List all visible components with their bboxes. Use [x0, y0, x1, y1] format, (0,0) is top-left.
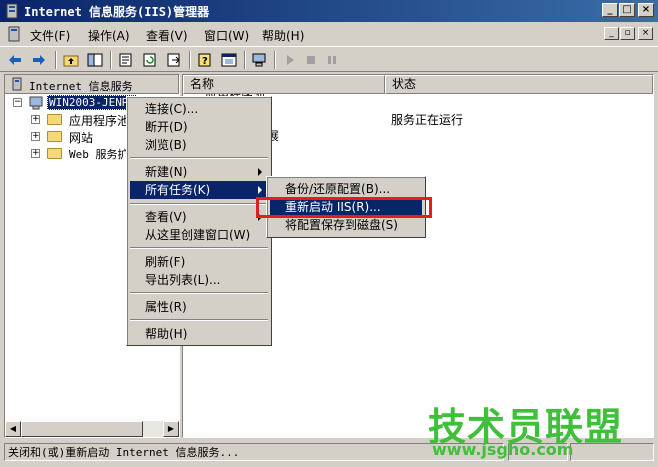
menu-item-properties[interactable]: 属性(R) — [130, 298, 268, 316]
menu-item-connect[interactable]: 连接(C)... — [130, 100, 268, 118]
toolbar-separator — [110, 51, 112, 69]
submenu-arrow-icon — [258, 168, 262, 176]
highlight-callout-box — [256, 197, 432, 218]
menu-window[interactable]: 窗口(W) — [204, 27, 249, 44]
scroll-left-icon[interactable]: ◀ — [5, 421, 21, 437]
back-icon[interactable] — [6, 51, 24, 69]
toolbar-separator — [189, 51, 191, 69]
forward-icon[interactable] — [30, 51, 48, 69]
up-folder-icon[interactable] — [62, 51, 80, 69]
system-menu-icon[interactable] — [6, 26, 22, 42]
menu-item-browse[interactable]: 浏览(B) — [130, 136, 268, 154]
menu-separator — [130, 319, 268, 321]
tree-header-label: Internet 信息服务 — [29, 80, 133, 93]
title-bar[interactable]: Internet 信息服务(IIS)管理器 _ □ × — [0, 0, 658, 22]
show-tree-icon[interactable] — [86, 51, 104, 69]
tree-node-label[interactable]: 网站 — [69, 129, 93, 146]
menu-item-new-label: 新建(N) — [145, 165, 188, 179]
window-title: Internet 信息服务(IIS)管理器 — [24, 5, 210, 19]
menu-item-help[interactable]: 帮助(H) — [130, 325, 268, 343]
computer-icon[interactable] — [250, 51, 268, 69]
toolbar-separator — [244, 51, 246, 69]
expand-icon[interactable]: + — [31, 149, 40, 158]
menu-item-save-config[interactable]: 将配置保存到磁盘(S) — [270, 216, 422, 234]
menu-item-all-tasks[interactable]: 所有任务(K) — [130, 181, 268, 199]
column-header-name[interactable]: 名称 — [183, 75, 385, 94]
menu-separator — [130, 157, 268, 159]
svg-text:?: ? — [202, 56, 208, 67]
tree-node-server-label[interactable]: WIN2003-JENRY — [47, 95, 138, 110]
maximize-button[interactable]: □ — [619, 3, 635, 17]
menu-item-disconnect[interactable]: 断开(D) — [130, 118, 268, 136]
menu-item-backup-restore[interactable]: 备份/还原配置(B)... — [270, 180, 422, 198]
menu-separator — [130, 247, 268, 249]
tree-node-label[interactable]: Web 服务扩 — [69, 146, 129, 162]
list-item-status: 服务正在运行 — [391, 113, 464, 127]
menu-separator — [130, 292, 268, 294]
toolbar: ? — [0, 46, 658, 72]
close-button[interactable]: × — [638, 3, 654, 17]
export-icon[interactable] — [165, 51, 183, 69]
mdi-close-button[interactable]: × — [638, 27, 653, 40]
menu-item-all-tasks-label: 所有任务(K) — [145, 183, 211, 197]
menu-bar: 文件(F) 操作(A) 查看(V) 窗口(W) 帮助(H) _ ▫ × — [0, 23, 658, 44]
menu-item-view[interactable]: 查看(V) — [130, 208, 268, 226]
menu-action[interactable]: 操作(A) — [88, 27, 130, 44]
minimize-button[interactable]: _ — [602, 3, 618, 17]
toolbar-separator — [274, 51, 276, 69]
properties-icon[interactable] — [117, 51, 135, 69]
context-menu: 连接(C)... 断开(D) 浏览(B) 新建(N) 所有任务(K) 查看(V)… — [126, 96, 272, 346]
folder-icon — [47, 148, 62, 159]
mdi-minimize-button[interactable]: _ — [604, 27, 619, 40]
tree-node-label[interactable]: 应用程序池 — [69, 112, 129, 129]
iis-server-icon — [12, 77, 22, 91]
folder-icon — [47, 114, 62, 125]
menu-item-new[interactable]: 新建(N) — [130, 163, 268, 181]
iis-app-icon — [6, 3, 18, 19]
column-header-status[interactable]: 状态 — [385, 75, 653, 94]
folder-icon — [47, 131, 62, 142]
scroll-right-icon[interactable]: ▶ — [163, 421, 179, 437]
server-icon — [29, 96, 43, 110]
pause-icon[interactable] — [323, 51, 341, 69]
scroll-thumb[interactable] — [21, 421, 143, 437]
menu-help[interactable]: 帮助(H) — [262, 27, 304, 44]
collapse-icon[interactable]: − — [13, 98, 22, 107]
menu-item-export-list[interactable]: 导出列表(L)... — [130, 271, 268, 289]
mdi-restore-button[interactable]: ▫ — [620, 27, 635, 40]
submenu-arrow-icon — [258, 186, 262, 194]
refresh-icon[interactable] — [141, 51, 159, 69]
watermark-logo: 技术员联盟 — [428, 405, 624, 449]
help-icon[interactable]: ? — [196, 51, 214, 69]
menu-separator — [130, 203, 268, 205]
menu-view[interactable]: 查看(V) — [146, 27, 188, 44]
stop-icon[interactable] — [302, 51, 320, 69]
watermark-url: www.jsgho.com — [432, 440, 574, 459]
menu-item-new-window-from-here[interactable]: 从这里创建窗口(W) — [130, 226, 268, 244]
expand-icon[interactable]: + — [31, 115, 40, 124]
play-icon[interactable] — [281, 51, 299, 69]
toolbar-separator — [55, 51, 57, 69]
new-window-icon[interactable] — [220, 51, 238, 69]
tree-header: Internet 信息服务 — [5, 75, 179, 94]
menu-file[interactable]: 文件(F) — [30, 27, 70, 44]
menu-item-view-label: 查看(V) — [145, 210, 187, 224]
tree-horizontal-scrollbar[interactable]: ◀ ▶ — [5, 421, 179, 437]
menu-item-refresh[interactable]: 刷新(F) — [130, 253, 268, 271]
expand-icon[interactable]: + — [31, 132, 40, 141]
